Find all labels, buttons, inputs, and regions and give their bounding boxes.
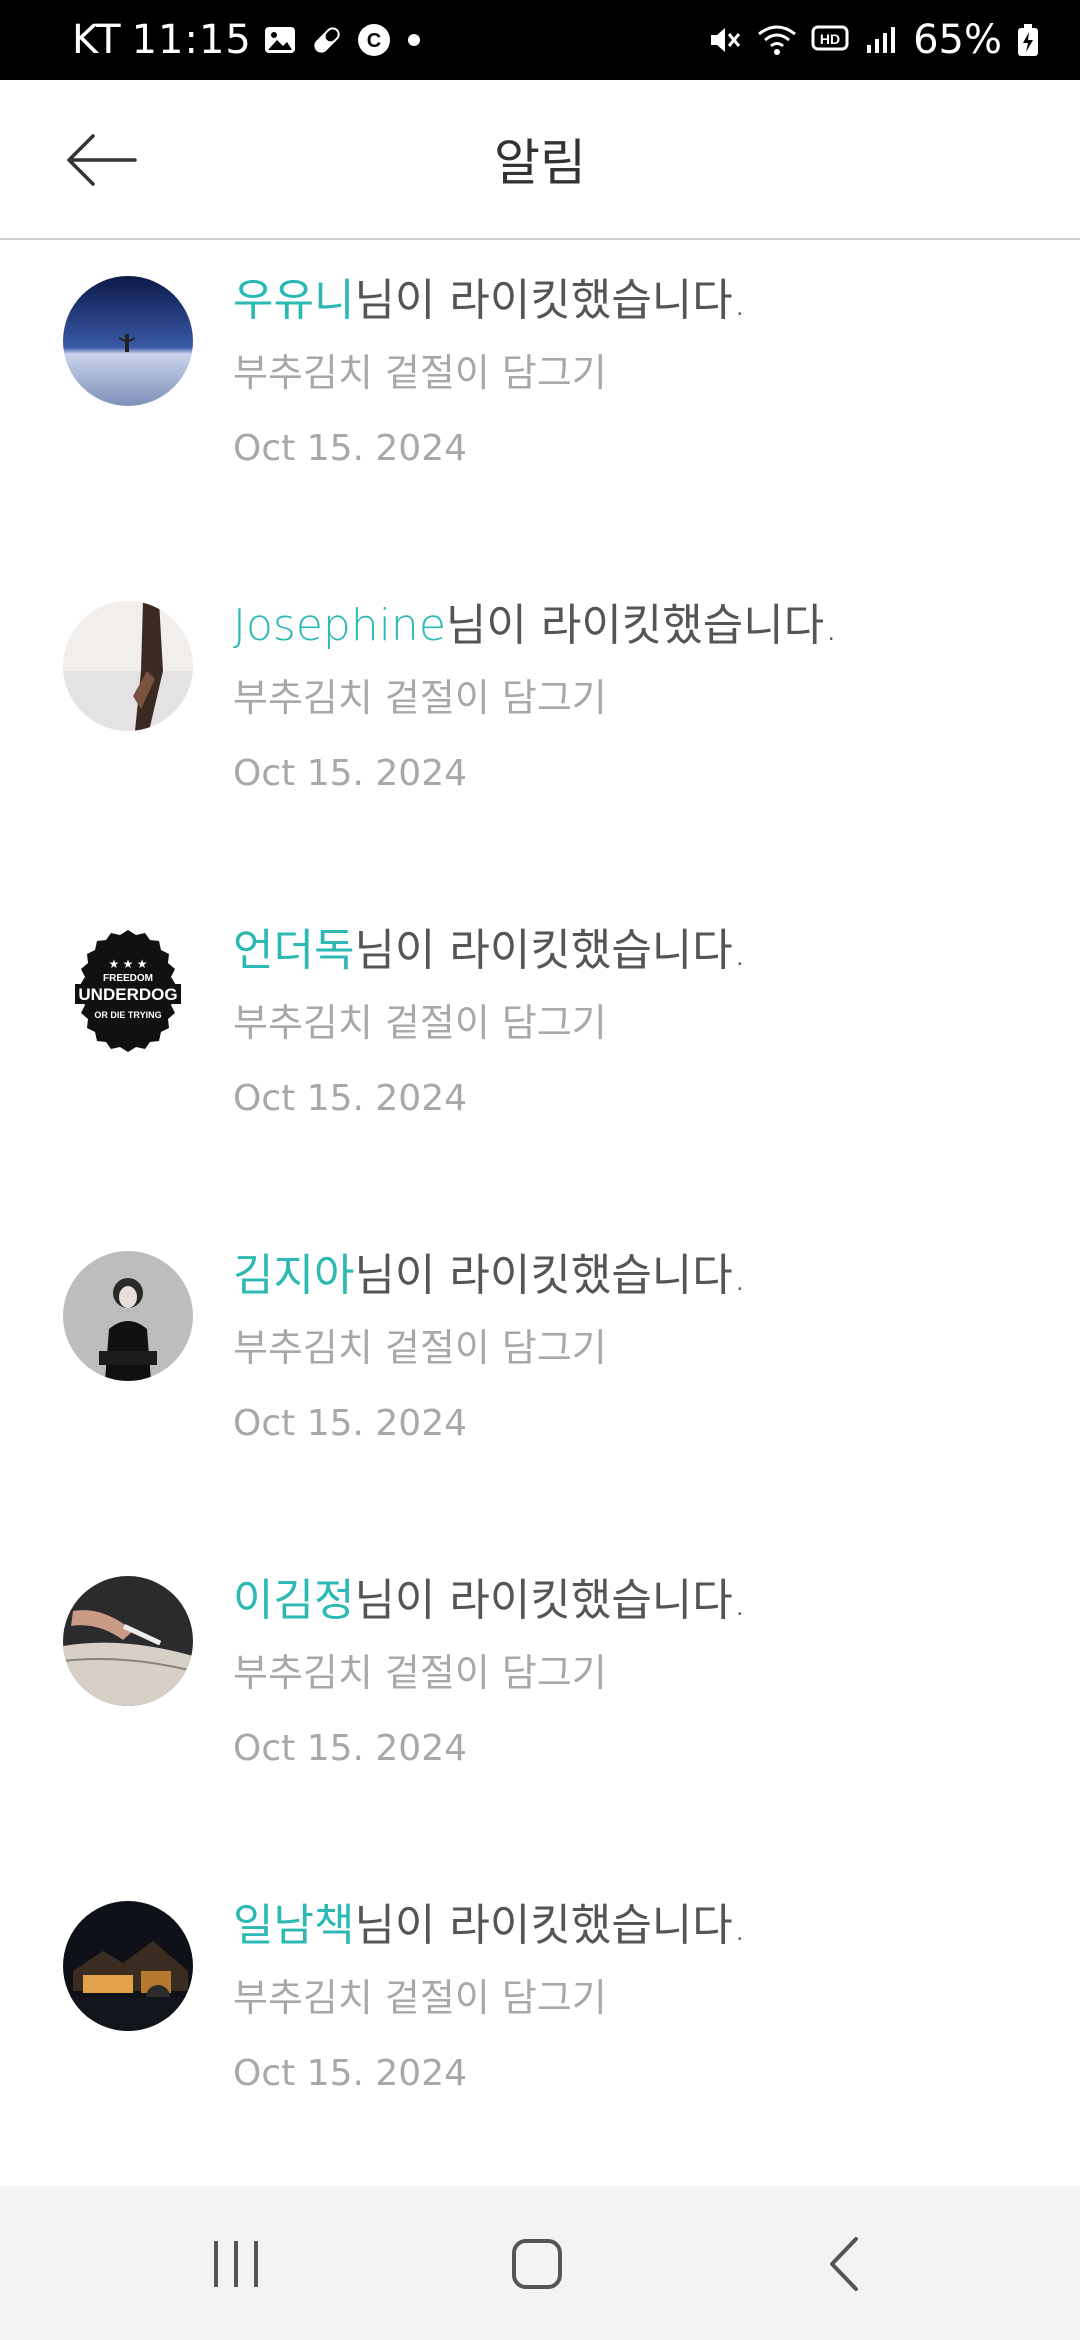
avatar[interactable] [63, 276, 193, 406]
battery-percent: 65% [913, 17, 1002, 63]
home-icon [512, 2239, 562, 2289]
notification-item[interactable]: 우유니님이 라이킷했습니다. 부추김치 겉절이 담그기 Oct 15. 2024 [0, 240, 1080, 565]
notification-action-text: 님이 라이킷했습니다. [445, 600, 839, 651]
notification-date: Oct 15. 2024 [233, 753, 467, 794]
recent-apps-button[interactable] [156, 2186, 316, 2340]
post-title[interactable]: 부추김치 겉절이 담그기 [233, 673, 1040, 723]
arrow-left-icon [67, 134, 137, 186]
notification-action-text: 님이 라이킷했습니다. [354, 1250, 747, 1301]
mute-icon [707, 22, 743, 58]
avatar[interactable] [63, 1901, 193, 2031]
username-link[interactable]: 우유니 [233, 275, 354, 326]
avatar-badge-bottom-text: OR DIE TRYING [94, 1010, 161, 1020]
signal-icon [865, 23, 899, 57]
notification-message: 일남책님이 라이킷했습니다. [233, 1895, 1040, 1957]
post-title[interactable]: 부추김치 겉절이 담그기 [233, 1323, 1040, 1373]
battery-charging-icon [1016, 23, 1040, 57]
notification-message: 우유니님이 라이킷했습니다. [233, 270, 1040, 332]
post-title[interactable]: 부추김치 겉절이 담그기 [233, 1648, 1040, 1698]
avatar[interactable] [63, 601, 193, 731]
avatar[interactable]: ★ ★ ★ FREEDOM UNDERDOG OR DIE TRYING [63, 926, 193, 1056]
notification-action-text: 님이 라이킷했습니다. [354, 925, 747, 976]
username-link[interactable]: 이김정 [233, 1575, 354, 1626]
post-title[interactable]: 부추김치 겉절이 담그기 [233, 1973, 1040, 2023]
clock: 11:15 [131, 17, 252, 63]
notification-date: Oct 15. 2024 [233, 1728, 467, 1769]
carrier-label: KT [72, 17, 122, 63]
system-navigation-bar [0, 2186, 1080, 2340]
notification-item[interactable]: Josephine님이 라이킷했습니다. 부추김치 겉절이 담그기 Oct 15… [0, 565, 1080, 890]
recent-apps-icon [214, 2241, 258, 2287]
app-header: 알림 [0, 80, 1080, 240]
notification-message: 이김정님이 라이킷했습니다. [233, 1570, 1040, 1632]
hd-voice-icon: HD [811, 23, 851, 57]
svg-text:C: C [367, 30, 381, 52]
avatar[interactable] [63, 1251, 193, 1381]
notification-date: Oct 15. 2024 [233, 428, 467, 469]
svg-text:★ ★ ★: ★ ★ ★ [109, 957, 148, 971]
notification-message: Josephine님이 라이킷했습니다. [233, 595, 1040, 657]
notification-item[interactable]: 이김정님이 라이킷했습니다. 부추김치 겉절이 담그기 Oct 15. 2024 [0, 1540, 1080, 1865]
page-title: 알림 [494, 134, 586, 192]
username-link[interactable]: 일남책 [233, 1900, 354, 1951]
avatar-badge-top-text: FREEDOM [103, 973, 153, 984]
svg-text:HD: HD [820, 31, 840, 47]
post-title[interactable]: 부추김치 겉절이 담그기 [233, 998, 1040, 1048]
pill-icon [308, 21, 346, 59]
c-app-icon: C [356, 22, 392, 58]
notification-item[interactable]: 김지아님이 라이킷했습니다. 부추김치 겉절이 담그기 Oct 15. 2024 [0, 1215, 1080, 1540]
notification-item[interactable]: ★ ★ ★ FREEDOM UNDERDOG OR DIE TRYING 언더독… [0, 890, 1080, 1215]
wifi-icon [757, 22, 797, 58]
home-button[interactable] [458, 2186, 618, 2340]
username-link[interactable]: 김지아 [233, 1250, 354, 1301]
notification-dot-icon [402, 28, 426, 52]
notification-list: 우유니님이 라이킷했습니다. 부추김치 겉절이 담그기 Oct 15. 2024… [0, 240, 1080, 2190]
notification-action-text: 님이 라이킷했습니다. [354, 1900, 747, 1951]
notification-date: Oct 15. 2024 [233, 2053, 467, 2094]
status-bar: KT 11:15 C HD 65% [0, 0, 1080, 80]
notification-date: Oct 15. 2024 [233, 1403, 467, 1444]
back-button[interactable] [56, 120, 146, 200]
notification-action-text: 님이 라이킷했습니다. [354, 1575, 747, 1626]
notification-item[interactable]: 일남책님이 라이킷했습니다. 부추김치 겉절이 담그기 Oct 15. 2024 [0, 1865, 1080, 2190]
gallery-icon [262, 22, 298, 58]
username-link[interactable]: Josephine [233, 600, 446, 651]
notification-date: Oct 15. 2024 [233, 1078, 467, 1119]
notification-action-text: 님이 라이킷했습니다. [354, 275, 747, 326]
chevron-left-icon [830, 2237, 858, 2291]
avatar[interactable] [63, 1576, 193, 1706]
notification-message: 김지아님이 라이킷했습니다. [233, 1245, 1040, 1307]
username-link[interactable]: 언더독 [233, 925, 354, 976]
post-title[interactable]: 부추김치 겉절이 담그기 [233, 348, 1040, 398]
notification-message: 언더독님이 라이킷했습니다. [233, 920, 1040, 982]
avatar-badge-main-text: UNDERDOG [78, 985, 177, 1004]
system-back-button[interactable] [762, 2186, 922, 2340]
